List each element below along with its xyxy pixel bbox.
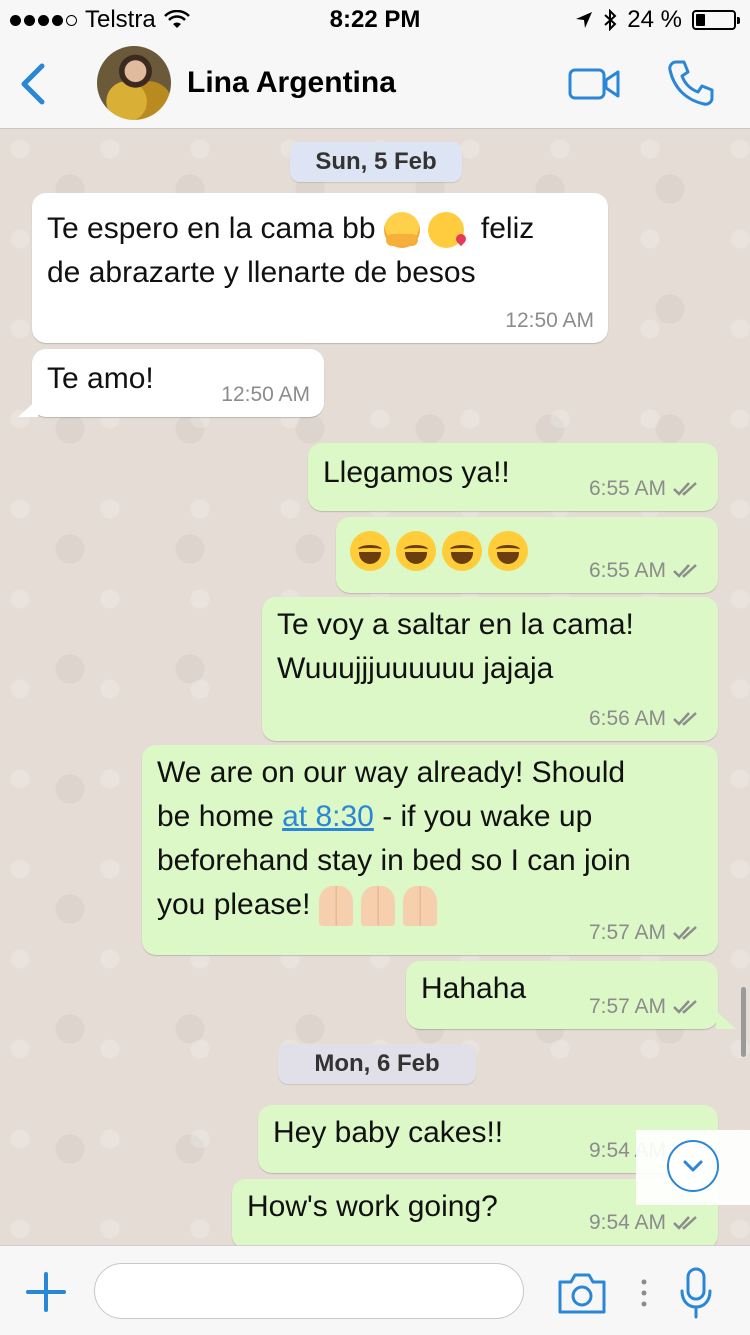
time-link[interactable]: at 8:30 <box>282 800 374 833</box>
chevron-down-icon <box>683 1160 703 1172</box>
message-time: 6:56 AM <box>588 707 666 730</box>
face-blowing-kiss-icon <box>428 212 465 249</box>
incoming-message[interactable]: Te espero en la cama bb feliz de abrazar… <box>32 193 608 343</box>
folded-hands-icon <box>361 886 396 927</box>
message-text: Hey baby cakes!! <box>273 1116 504 1149</box>
contact-name[interactable]: Lina Argentina <box>187 66 396 100</box>
battery-percent: 24 % <box>627 6 682 33</box>
phone-icon[interactable] <box>666 58 716 108</box>
message-time: 12:50 AM <box>221 383 310 406</box>
laughing-face-icon <box>488 531 528 571</box>
chevron-left-icon[interactable] <box>14 60 54 108</box>
chat-header: Lina Argentina <box>0 40 750 129</box>
message-text: Te amo! <box>47 362 154 395</box>
message-time: 7:57 AM <box>588 921 666 944</box>
outgoing-message[interactable]: We are on our way already! Should be hom… <box>142 745 718 955</box>
message-text: Te voy a saltar en la cama! <box>277 608 634 641</box>
message-text: de abrazarte y llenarte de besos <box>47 256 476 289</box>
outgoing-message[interactable]: 6:55 AM <box>336 517 718 593</box>
message-text: feliz <box>480 212 535 245</box>
message-text: We are on our way already! Should <box>157 756 626 789</box>
message-text: How's work going? <box>247 1190 498 1223</box>
message-text: Hahaha <box>421 972 527 1005</box>
scroll-to-bottom-button[interactable] <box>667 1140 719 1192</box>
date-separator: Sun, 5 Feb <box>290 142 462 182</box>
message-time: 6:55 AM <box>588 559 666 582</box>
location-arrow-icon <box>576 12 593 28</box>
laughing-face-icon <box>350 531 390 571</box>
message-time: 9:54 AM <box>588 1211 666 1234</box>
double-tick-icon <box>673 1000 697 1014</box>
message-text: Te espero en la cama bb <box>47 212 376 245</box>
message-input[interactable] <box>94 1263 524 1319</box>
bluetooth-icon <box>604 9 617 31</box>
message-text: Llegamos ya!! <box>323 456 510 489</box>
folded-hands-icon <box>318 886 353 927</box>
date-separator: Mon, 6 Feb <box>278 1044 476 1084</box>
hugging-face-icon <box>383 212 420 249</box>
contact-avatar[interactable] <box>97 46 171 120</box>
message-time: 12:50 AM <box>505 309 594 332</box>
message-text: you please! <box>157 888 311 921</box>
message-text: beforehand stay in bed so I can join <box>157 844 631 877</box>
microphone-icon[interactable] <box>679 1266 713 1320</box>
double-tick-icon <box>673 926 697 940</box>
bubble-tail <box>18 399 38 417</box>
video-camera-icon[interactable] <box>568 64 622 104</box>
camera-icon[interactable] <box>556 1270 608 1316</box>
laughing-face-icon <box>442 531 482 571</box>
plus-icon[interactable] <box>24 1270 68 1314</box>
status-bar: Telstra 8:22 PM 24 % <box>0 0 750 40</box>
outgoing-message[interactable]: Llegamos ya!! 6:55 AM <box>308 443 718 511</box>
message-time: 7:57 AM <box>588 995 666 1018</box>
input-bar <box>0 1245 750 1335</box>
incoming-message[interactable]: Te amo! 12:50 AM <box>32 349 324 417</box>
bubble-tail <box>716 1011 736 1029</box>
battery-icon <box>692 10 740 30</box>
folded-hands-icon <box>403 886 438 927</box>
status-right: 24 % <box>575 6 740 34</box>
chat-area[interactable]: Sun, 5 Feb Te espero en la cama bb feliz… <box>0 129 750 1245</box>
scrollbar[interactable] <box>741 987 746 1057</box>
message-text: be home <box>157 800 274 833</box>
message-text: - if you wake up <box>382 800 593 833</box>
message-text: Wuuujjjuuuuuu jajaja <box>277 652 554 685</box>
double-tick-icon <box>673 564 697 578</box>
more-dots-icon[interactable] <box>641 1278 647 1308</box>
message-time: 6:55 AM <box>588 477 666 500</box>
double-tick-icon <box>673 1216 697 1230</box>
outgoing-message[interactable]: Hahaha 7:57 AM <box>406 961 718 1029</box>
double-tick-icon <box>673 482 697 496</box>
outgoing-message[interactable]: Te voy a saltar en la cama! Wuuujjjuuuuu… <box>262 597 718 741</box>
double-tick-icon <box>673 712 697 726</box>
laughing-face-icon <box>396 531 436 571</box>
